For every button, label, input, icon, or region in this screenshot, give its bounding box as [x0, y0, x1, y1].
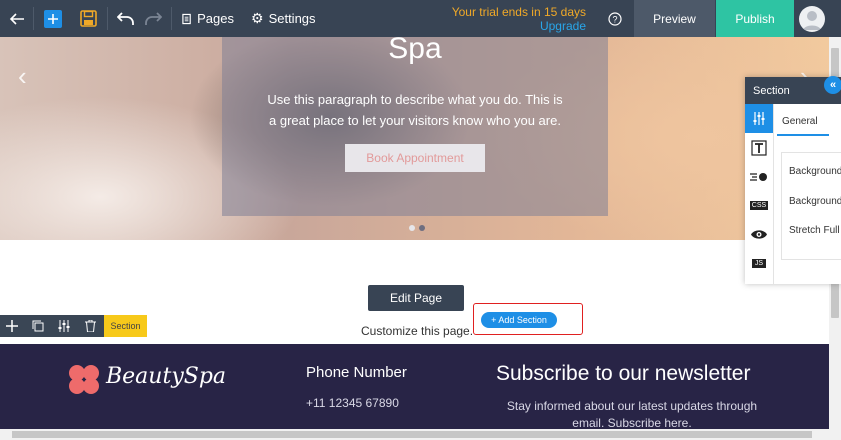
- animation-icon[interactable]: [745, 162, 773, 191]
- page-icon: [182, 13, 191, 24]
- tab-general-underline: [777, 134, 829, 136]
- settings-label: Settings: [268, 11, 316, 26]
- slider-dot[interactable]: [419, 225, 425, 231]
- save-icon[interactable]: [78, 0, 98, 37]
- newsletter-text: Stay informed about our latest updates t…: [506, 399, 758, 430]
- css-icon[interactable]: CSS: [745, 191, 773, 220]
- redo-icon[interactable]: [143, 0, 163, 37]
- background-setting[interactable]: Background: [789, 166, 841, 177]
- upgrade-link[interactable]: Upgrade: [452, 19, 586, 33]
- background-setting[interactable]: Background: [789, 196, 841, 207]
- brand-name: BeautySpa: [106, 364, 227, 389]
- footer: BeautySpa Phone Number +11 12345 67890 S…: [0, 344, 829, 430]
- move-icon[interactable]: [4, 318, 20, 334]
- hero-slider: Spa Use this paragraph to describe what …: [0, 37, 829, 240]
- newsletter-heading: Subscribe to our newsletter: [496, 362, 751, 385]
- avatar[interactable]: [799, 6, 825, 32]
- undo-icon[interactable]: [115, 0, 135, 37]
- text-icon[interactable]: [745, 133, 773, 162]
- horizontal-scroll-thumb[interactable]: [12, 431, 812, 438]
- preview-button[interactable]: Preview: [634, 0, 715, 37]
- section-tag[interactable]: Section: [104, 315, 147, 337]
- gear-icon: ⚙: [251, 10, 264, 26]
- duplicate-icon[interactable]: [30, 318, 46, 334]
- pages-label: Pages: [197, 11, 234, 26]
- section-settings-panel: Section CSS JS General Background Backgr…: [745, 77, 841, 284]
- tab-general[interactable]: General: [782, 116, 818, 127]
- settings-sliders-icon[interactable]: [745, 104, 773, 133]
- trial-notice: Your trial ends in 15 days Upgrade: [452, 5, 586, 33]
- customize-text: Customize this page.: [361, 324, 474, 338]
- eye-icon[interactable]: [745, 220, 773, 249]
- sliders-icon[interactable]: [56, 318, 72, 334]
- edit-page-button[interactable]: Edit Page: [368, 285, 464, 311]
- trash-icon[interactable]: [82, 318, 98, 334]
- settings-menu[interactable]: ⚙ Settings: [251, 0, 316, 37]
- add-element-icon[interactable]: [43, 0, 63, 37]
- top-toolbar: Pages ⚙ Settings Your trial ends in 15 d…: [0, 0, 841, 37]
- hero-title: Spa: [388, 37, 442, 65]
- phone-number: +11 12345 67890: [306, 396, 399, 410]
- collapse-panel-icon[interactable]: «: [824, 76, 841, 94]
- stretch-full-setting[interactable]: Stretch Full: [789, 225, 840, 236]
- svg-text:?: ?: [612, 14, 617, 24]
- slider-prev-icon[interactable]: ‹: [18, 61, 27, 92]
- trial-text: Your trial ends in 15 days: [451, 5, 586, 19]
- add-section-button[interactable]: + Add Section: [481, 312, 557, 328]
- pages-menu[interactable]: Pages: [182, 0, 234, 37]
- publish-button[interactable]: Publish: [716, 0, 794, 37]
- section-toolbar: [0, 315, 104, 337]
- help-icon[interactable]: ?: [606, 0, 624, 37]
- slider-dot[interactable]: [409, 225, 415, 231]
- phone-heading: Phone Number: [306, 364, 407, 381]
- clover-logo-icon: [64, 362, 104, 403]
- hero-paragraph: Use this paragraph to describe what you …: [267, 92, 563, 128]
- book-appointment-button[interactable]: Book Appointment: [345, 144, 485, 172]
- back-arrow-icon[interactable]: [6, 0, 28, 37]
- panel-tab-bar: CSS JS: [745, 104, 774, 284]
- js-icon[interactable]: JS: [745, 249, 773, 278]
